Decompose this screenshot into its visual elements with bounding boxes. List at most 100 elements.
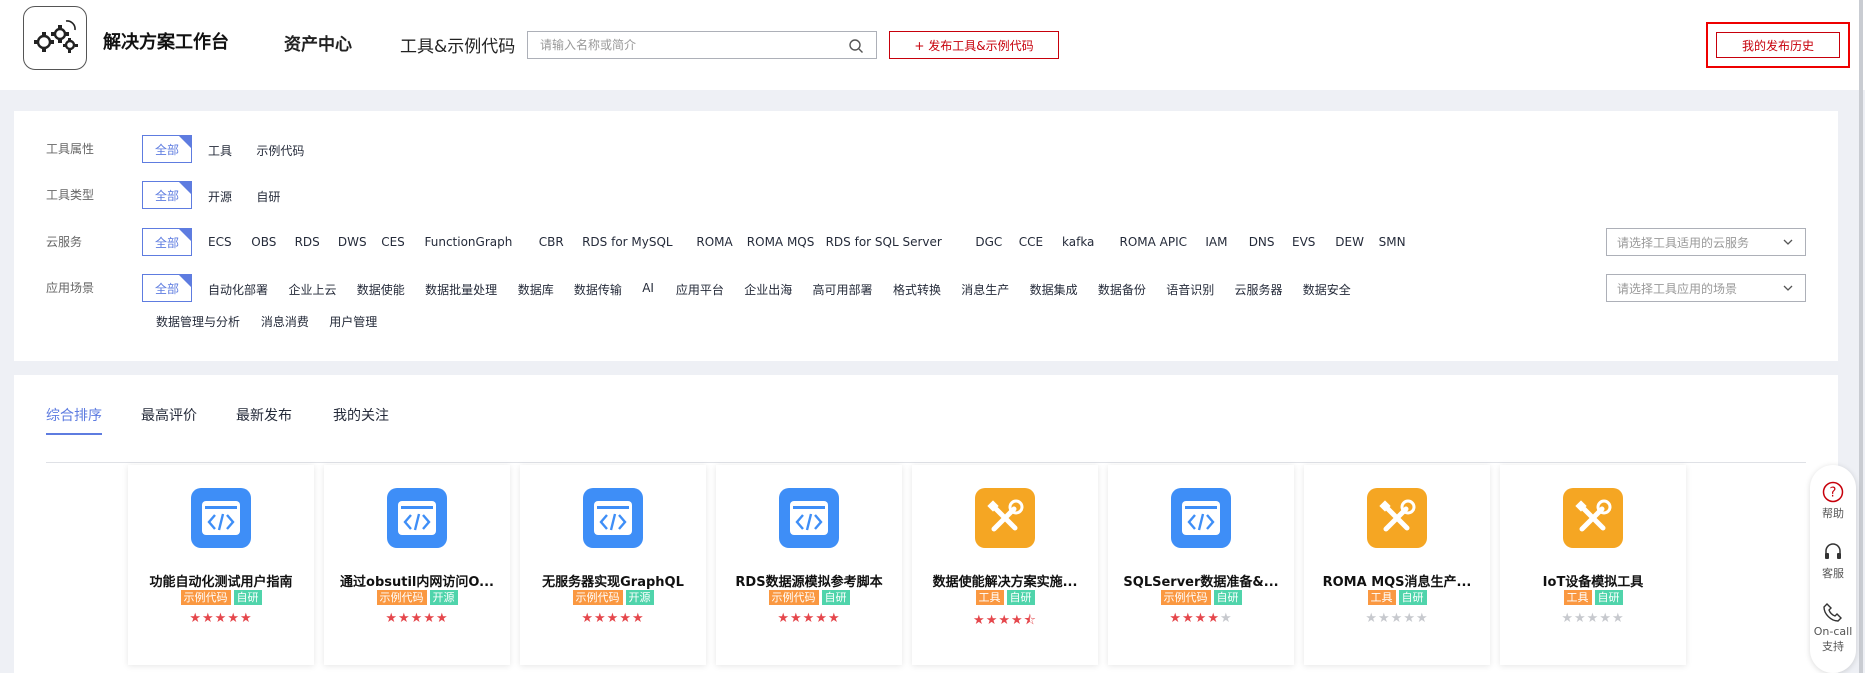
card-title[interactable]: SQLServer数据准备&... xyxy=(1114,571,1288,590)
help-label: 帮助 xyxy=(1822,507,1844,520)
filter-scene-option-r2-1[interactable]: 消息消费 xyxy=(261,313,309,330)
filter-cloud-option-18[interactable]: DEW xyxy=(1335,235,1364,249)
card-title[interactable]: ROMA MQS消息生产... xyxy=(1310,571,1484,590)
filter-scene-option-r2-0[interactable]: 数据管理与分析 xyxy=(156,313,240,330)
search-box xyxy=(527,31,877,59)
tab-newest[interactable]: 最新发布 xyxy=(236,405,292,433)
tab-top-rated[interactable]: 最高评价 xyxy=(141,405,197,433)
tab-overall[interactable]: 综合排序 xyxy=(46,405,102,435)
star-filled-icon: ★ xyxy=(385,611,399,626)
filter-scene-option-11[interactable]: 消息生产 xyxy=(961,281,1009,298)
tool-card[interactable]: IoT设备模拟工具 工具 自研 ★★★★★ xyxy=(1500,465,1686,665)
card-title[interactable]: RDS数据源模拟参考脚本 xyxy=(722,571,896,590)
star-filled-icon: ★ xyxy=(973,613,986,628)
card-title[interactable]: 通过obsutil内网访问O... xyxy=(330,571,504,590)
filter-cloud-option-12[interactable]: CCE xyxy=(1019,235,1043,249)
star-filled-icon: ★ xyxy=(435,611,449,626)
filter-scene-option-7[interactable]: 应用平台 xyxy=(676,281,724,298)
filter-scene-option-12[interactable]: 数据集成 xyxy=(1030,281,1078,298)
filter-cloud-all[interactable]: 全部 xyxy=(142,228,192,256)
vertical-scrollbar[interactable] xyxy=(1859,0,1863,673)
filter-attr-option-0[interactable]: 工具 xyxy=(208,142,232,159)
code-icon xyxy=(779,488,839,548)
tool-card[interactable]: 功能自动化测试用户指南 示例代码 自研 ★★★★★ xyxy=(128,465,314,665)
star-empty-icon: ★ xyxy=(1611,611,1625,626)
star-empty-icon: ★ xyxy=(1561,611,1575,626)
card-rating: ★★★★★ xyxy=(1108,611,1294,626)
filter-cloud-option-15[interactable]: IAM xyxy=(1205,235,1227,249)
filter-scene-option-16[interactable]: 数据安全 xyxy=(1303,281,1351,298)
card-title[interactable]: 无服务器实现GraphQL xyxy=(526,571,700,590)
filter-scene-all[interactable]: 全部 xyxy=(142,274,192,302)
card-title[interactable]: 数据使能解决方案实施... xyxy=(918,571,1092,590)
star-half-icon: ⯪ xyxy=(1023,613,1037,628)
star-filled-icon: ★ xyxy=(410,611,424,626)
filter-type-option-0[interactable]: 开源 xyxy=(208,188,232,205)
filter-cloud-option-13[interactable]: kafka xyxy=(1062,235,1094,249)
filter-scene-option-15[interactable]: 云服务器 xyxy=(1235,281,1283,298)
tool-card[interactable]: ROMA MQS消息生产... 工具 自研 ★★★★★ xyxy=(1304,465,1490,665)
filter-scene-option-2[interactable]: 数据使能 xyxy=(357,281,405,298)
filter-cloud-option-11[interactable]: DGC xyxy=(975,235,1002,249)
filter-cloud-option-10[interactable]: RDS for SQL Server xyxy=(826,235,942,249)
search-input[interactable] xyxy=(528,32,838,58)
search-icon[interactable] xyxy=(848,38,864,54)
publish-tool-button[interactable]: + 发布工具&示例代码 xyxy=(889,31,1059,59)
card-title[interactable]: 功能自动化测试用户指南 xyxy=(134,571,308,590)
filter-scene-option-0[interactable]: 自动化部署 xyxy=(208,281,268,298)
filter-scene-option-r2-2[interactable]: 用户管理 xyxy=(329,313,377,330)
filter-type-option-1[interactable]: 自研 xyxy=(256,188,280,205)
star-filled-icon: ★ xyxy=(790,611,803,626)
star-filled-icon: ★ xyxy=(227,611,240,626)
filter-cloud-option-6[interactable]: CBR xyxy=(539,235,564,249)
filter-scene-option-6[interactable]: AI xyxy=(642,281,654,295)
star-filled-icon: ★ xyxy=(1194,611,1208,626)
nav-asset-center[interactable]: 资产中心 xyxy=(284,30,352,55)
filter-cloud-option-9[interactable]: ROMA MQS xyxy=(747,235,815,249)
tool-card[interactable]: 无服务器实现GraphQL 示例代码 开源 ★★★★★ xyxy=(520,465,706,665)
filter-scene-option-9[interactable]: 高可用部署 xyxy=(813,281,873,298)
oncall-button[interactable]: On-call 支持 xyxy=(1810,601,1856,654)
filter-attr-option-1[interactable]: 示例代码 xyxy=(256,142,304,159)
app-title: 解决方案工作台 xyxy=(103,32,229,53)
filter-cloud-option-4[interactable]: CES xyxy=(381,235,405,249)
filter-cloud-option-16[interactable]: DNS xyxy=(1249,235,1275,249)
filter-cloud-option-2[interactable]: RDS xyxy=(295,235,320,249)
filter-scene-option-4[interactable]: 数据库 xyxy=(518,281,554,298)
cloud-service-select-placeholder: 请选择工具适用的云服务 xyxy=(1617,235,1750,250)
filter-label-attr: 工具属性 xyxy=(46,142,95,156)
card-tag: 示例代码 xyxy=(180,590,231,605)
filter-scene-option-5[interactable]: 数据传输 xyxy=(574,281,622,298)
filter-cloud-option-0[interactable]: ECS xyxy=(208,235,232,249)
filter-cloud-option-5[interactable]: FunctionGraph xyxy=(425,235,513,249)
filter-cloud-option-14[interactable]: ROMA APIC xyxy=(1120,235,1188,249)
filter-scene-option-10[interactable]: 格式转换 xyxy=(893,281,941,298)
card-title[interactable]: IoT设备模拟工具 xyxy=(1506,571,1680,590)
filter-cloud-option-3[interactable]: DWS xyxy=(338,235,367,249)
filter-scene-option-14[interactable]: 语音识别 xyxy=(1166,281,1214,298)
customer-service-button[interactable]: 客服 xyxy=(1810,541,1856,581)
tool-card[interactable]: RDS数据源模拟参考脚本 示例代码 自研 ★★★★★ xyxy=(716,465,902,665)
tool-card[interactable]: SQLServer数据准备&... 示例代码 自研 ★★★★★ xyxy=(1108,465,1294,665)
filter-scene-option-3[interactable]: 数据批量处理 xyxy=(425,281,497,298)
filter-type-all[interactable]: 全部 xyxy=(142,181,192,209)
tool-card[interactable]: 通过obsutil内网访问O... 示例代码 开源 ★★★★★ xyxy=(324,465,510,665)
filter-scene-option-8[interactable]: 企业出海 xyxy=(744,281,792,298)
filter-cloud-option-7[interactable]: RDS for MySQL xyxy=(582,235,673,249)
filter-cloud-option-8[interactable]: ROMA xyxy=(696,235,732,249)
filter-scene-option-13[interactable]: 数据备份 xyxy=(1098,281,1146,298)
my-publish-history-button[interactable]: 我的发布历史 xyxy=(1716,32,1840,58)
tool-card[interactable]: 数据使能解决方案实施... 工具 自研 ★★★★⯪ xyxy=(912,465,1098,665)
filter-scene-option-1[interactable]: 企业上云 xyxy=(289,281,337,298)
filter-attr-all[interactable]: 全部 xyxy=(142,135,192,163)
cloud-service-select[interactable]: 请选择工具适用的云服务 xyxy=(1606,228,1806,256)
gears-logo-icon[interactable] xyxy=(23,6,87,70)
scene-select-placeholder: 请选择工具应用的场景 xyxy=(1617,281,1738,296)
nav-tools-samples[interactable]: 工具&示例代码 xyxy=(400,32,515,57)
filter-cloud-option-19[interactable]: SMN xyxy=(1379,235,1406,249)
filter-cloud-option-17[interactable]: EVS xyxy=(1292,235,1315,249)
help-button[interactable]: ? 帮助 xyxy=(1810,481,1856,521)
filter-cloud-option-1[interactable]: OBS xyxy=(251,235,276,249)
tab-following[interactable]: 我的关注 xyxy=(333,405,389,433)
scene-select[interactable]: 请选择工具应用的场景 xyxy=(1606,274,1806,302)
